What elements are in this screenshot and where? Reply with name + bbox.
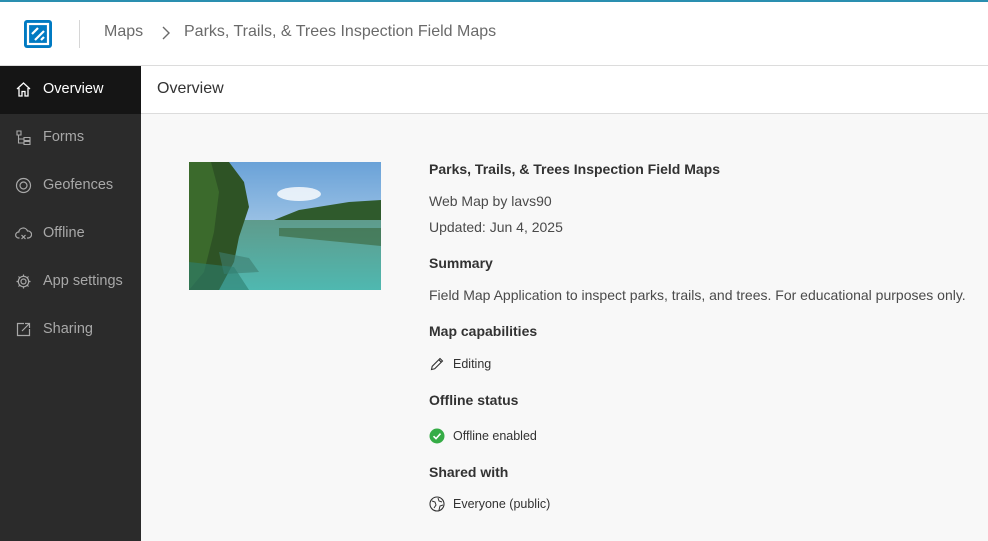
offline-status-label: Offline enabled	[453, 429, 537, 443]
sidebar-item-overview[interactable]: Overview	[0, 66, 141, 114]
offline-status-heading: Offline status	[429, 392, 519, 408]
breadcrumb-maps-link[interactable]: Maps	[104, 23, 143, 41]
shared-with-label: Everyone (public)	[453, 497, 551, 511]
sidebar-item-app-settings[interactable]: App settings	[0, 258, 141, 306]
shared-with-heading: Shared with	[429, 464, 509, 480]
sidebar-item-forms[interactable]: Forms	[0, 114, 141, 162]
sidebar-item-label: App settings	[43, 273, 123, 289]
section-header: Overview	[141, 66, 988, 114]
header-divider	[79, 20, 80, 48]
shared-with-item: Everyone (public)	[429, 496, 550, 512]
home-icon	[16, 82, 31, 97]
capability-label: Editing	[453, 357, 492, 371]
sidebar-item-offline[interactable]: Offline	[0, 210, 141, 258]
top-bar: Maps Parks, Trails, & Trees Inspection F…	[0, 0, 988, 66]
sidebar-item-label: Forms	[43, 129, 85, 145]
sidebar-item-label: Geofences	[43, 177, 114, 193]
sidebar-item-sharing[interactable]: Sharing	[0, 306, 141, 354]
page-title: Overview	[157, 80, 224, 97]
chevron-right-icon	[162, 26, 170, 40]
map-owner: Web Map by lavs90	[429, 193, 552, 209]
breadcrumb-current: Parks, Trails, & Trees Inspection Field …	[184, 23, 497, 40]
cloud-offline-icon	[15, 227, 32, 240]
globe-icon	[429, 496, 445, 512]
share-icon	[16, 322, 31, 337]
sidebar-item-label: Offline	[43, 225, 85, 241]
check-circle-icon	[429, 428, 445, 444]
offline-status-item: Offline enabled	[429, 428, 537, 444]
field-maps-logo-icon[interactable]	[23, 19, 53, 49]
map-thumbnail-image	[189, 162, 381, 290]
geofence-icon	[15, 177, 32, 194]
pencil-icon	[430, 357, 444, 371]
summary-heading: Summary	[429, 255, 493, 271]
map-updated: Updated: Jun 4, 2025	[429, 219, 563, 235]
gear-icon	[16, 274, 31, 289]
sidebar-nav: Overview Forms Geofences Offline App set…	[0, 66, 141, 541]
sidebar-item-geofences[interactable]: Geofences	[0, 162, 141, 210]
capability-item: Editing	[429, 356, 491, 372]
summary-text: Field Map Application to inspect parks, …	[429, 287, 966, 303]
map-title: Parks, Trails, & Trees Inspection Field …	[429, 161, 720, 177]
sidebar-item-label: Sharing	[43, 321, 93, 337]
sidebar-item-label: Overview	[43, 81, 104, 97]
forms-icon	[16, 130, 31, 146]
capabilities-heading: Map capabilities	[429, 323, 538, 339]
